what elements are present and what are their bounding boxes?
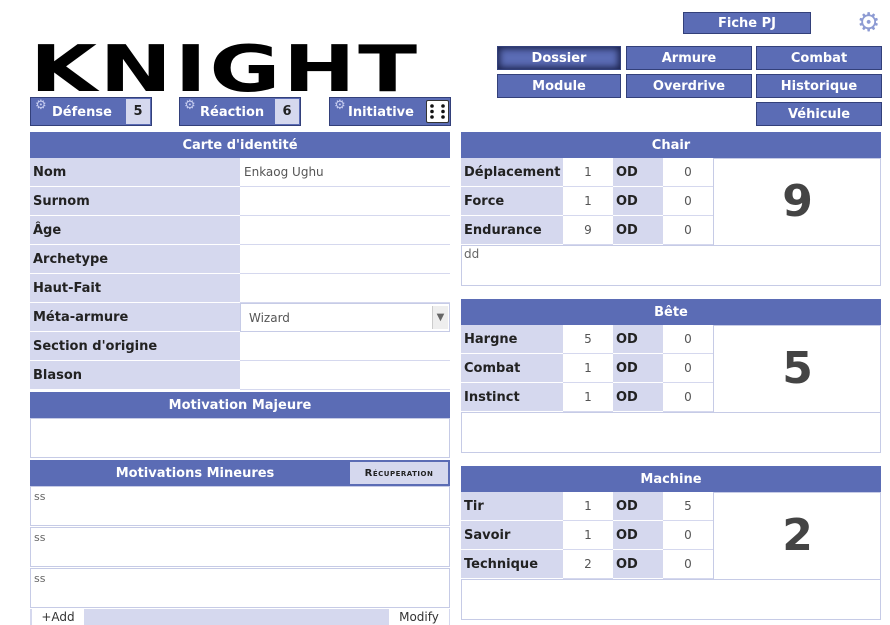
section-origine-label: Section d'origine bbox=[30, 332, 240, 361]
blason-input[interactable] bbox=[240, 361, 450, 390]
savoir-od[interactable]: 0 bbox=[663, 521, 713, 550]
bete-total[interactable]: 5 bbox=[713, 325, 881, 412]
savoir-label: Savoir bbox=[461, 521, 563, 550]
meta-armure-value: Wizard bbox=[249, 310, 290, 325]
endurance-label: Endurance bbox=[461, 216, 563, 245]
instinct-od[interactable]: 0 bbox=[663, 383, 713, 412]
defense-value: 5 bbox=[126, 99, 150, 124]
tab-vehicule[interactable]: Véhicule bbox=[756, 102, 882, 126]
tab-dossier[interactable]: Dossier bbox=[497, 46, 621, 70]
od-label: OD bbox=[613, 521, 663, 550]
logo-text: KNIGHT bbox=[30, 33, 420, 107]
force-value[interactable]: 1 bbox=[563, 187, 613, 216]
motivations-mineures-title: Motivations Mineures bbox=[115, 465, 275, 481]
combat-label: Combat bbox=[461, 354, 563, 383]
archetype-label: Archetype bbox=[30, 245, 240, 274]
deplacement-label: Déplacement bbox=[461, 158, 563, 187]
divider bbox=[461, 245, 881, 246]
settings-gear-icon[interactable]: ⚙ bbox=[857, 8, 880, 38]
od-label: OD bbox=[613, 158, 663, 187]
technique-value[interactable]: 2 bbox=[563, 550, 613, 579]
bete-header: Bête bbox=[461, 299, 881, 325]
chair-note[interactable]: dd bbox=[464, 247, 479, 261]
tab-module[interactable]: Module bbox=[497, 74, 621, 98]
od-label: OD bbox=[613, 325, 663, 354]
meta-armure-select[interactable]: Wizard ▼ bbox=[240, 303, 450, 332]
nom-label: Nom bbox=[30, 158, 240, 187]
defense-gear-icon: ⚙ bbox=[35, 98, 47, 113]
tir-label: Tir bbox=[461, 492, 563, 521]
divider bbox=[461, 579, 881, 580]
combat-value[interactable]: 1 bbox=[563, 354, 613, 383]
od-label: OD bbox=[613, 550, 663, 579]
instinct-value[interactable]: 1 bbox=[563, 383, 613, 412]
chair-header: Chair bbox=[461, 132, 881, 158]
motivation-majeure-field[interactable] bbox=[30, 418, 450, 458]
tir-od[interactable]: 5 bbox=[663, 492, 713, 521]
archetype-input[interactable] bbox=[240, 245, 450, 274]
combat-od[interactable]: 0 bbox=[663, 354, 713, 383]
tab-armure[interactable]: Armure bbox=[626, 46, 752, 70]
od-label: OD bbox=[613, 354, 663, 383]
motivation-mineure-item[interactable]: ss bbox=[30, 527, 450, 567]
od-label: OD bbox=[613, 492, 663, 521]
savoir-value[interactable]: 1 bbox=[563, 521, 613, 550]
reaction-label: Réaction bbox=[200, 105, 265, 120]
tir-value[interactable]: 1 bbox=[563, 492, 613, 521]
instinct-label: Instinct bbox=[461, 383, 563, 412]
section-origine-input[interactable] bbox=[240, 332, 450, 361]
od-label: OD bbox=[613, 216, 663, 245]
knight-logo: KNIGHT bbox=[30, 38, 417, 102]
motivation-majeure-header: Motivation Majeure bbox=[30, 392, 450, 418]
motivation-mineure-item[interactable]: ss bbox=[30, 486, 450, 526]
identity-header: Carte d'identité bbox=[30, 132, 450, 158]
repeater-controls bbox=[30, 609, 450, 625]
age-input[interactable] bbox=[240, 216, 450, 245]
initiative-gear-icon: ⚙ bbox=[334, 98, 346, 113]
recuperation-button[interactable]: Récuperation bbox=[350, 462, 448, 484]
modify-button[interactable]: Modify bbox=[389, 609, 449, 625]
add-button[interactable]: +Add bbox=[32, 609, 84, 625]
endurance-od[interactable]: 0 bbox=[663, 216, 713, 245]
tab-combat[interactable]: Combat bbox=[756, 46, 882, 70]
hargne-label: Hargne bbox=[461, 325, 563, 354]
reaction-gear-icon: ⚙ bbox=[184, 98, 196, 113]
divider bbox=[461, 412, 881, 413]
defense-label: Défense bbox=[52, 105, 112, 120]
surnom-input[interactable] bbox=[240, 187, 450, 216]
machine-total[interactable]: 2 bbox=[713, 492, 881, 579]
od-label: OD bbox=[613, 187, 663, 216]
technique-od[interactable]: 0 bbox=[663, 550, 713, 579]
meta-armure-label: Méta-armure bbox=[30, 303, 240, 332]
force-label: Force bbox=[461, 187, 563, 216]
tab-overdrive[interactable]: Overdrive bbox=[626, 74, 752, 98]
tab-historique[interactable]: Historique bbox=[756, 74, 882, 98]
technique-label: Technique bbox=[461, 550, 563, 579]
fiche-pj-button[interactable]: Fiche PJ bbox=[683, 12, 811, 34]
reaction-value: 6 bbox=[275, 99, 299, 124]
nom-input[interactable]: Enkaog Ughu bbox=[240, 158, 450, 187]
chevron-down-icon[interactable]: ▼ bbox=[432, 306, 448, 329]
deplacement-value[interactable]: 1 bbox=[563, 158, 613, 187]
age-label: Âge bbox=[30, 216, 240, 245]
surnom-label: Surnom bbox=[30, 187, 240, 216]
od-label: OD bbox=[613, 383, 663, 412]
hargne-value[interactable]: 5 bbox=[563, 325, 613, 354]
motivation-mineure-item[interactable]: ss bbox=[30, 568, 450, 608]
haut-fait-label: Haut-Fait bbox=[30, 274, 240, 303]
initiative-label: Initiative bbox=[348, 105, 414, 120]
endurance-value[interactable]: 9 bbox=[563, 216, 613, 245]
haut-fait-input[interactable] bbox=[240, 274, 450, 303]
blason-label: Blason bbox=[30, 361, 240, 390]
machine-header: Machine bbox=[461, 466, 881, 492]
chair-total[interactable]: 9 bbox=[713, 158, 881, 245]
dice-icon[interactable] bbox=[426, 100, 449, 123]
hargne-od[interactable]: 0 bbox=[663, 325, 713, 354]
force-od[interactable]: 0 bbox=[663, 187, 713, 216]
deplacement-od[interactable]: 0 bbox=[663, 158, 713, 187]
